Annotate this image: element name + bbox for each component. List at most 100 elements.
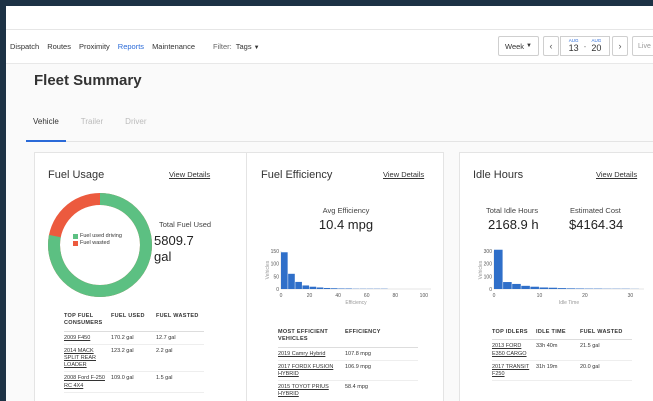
histogram-bar <box>323 287 331 289</box>
filter-tags-label: Tags <box>235 42 252 51</box>
avg-efficiency-label: Avg Efficiency <box>322 206 370 215</box>
date-range-picker[interactable]: AUG 13 - AUG 20 <box>560 36 610 56</box>
date-separator: - <box>583 41 587 51</box>
prev-week-button[interactable]: ‹ <box>543 36 559 56</box>
vehicle-link[interactable]: 2008 Ford F-250 RC 4X4 <box>64 371 111 393</box>
start-day: 13 <box>568 42 579 53</box>
caret-down-icon: ▼ <box>253 45 260 51</box>
table-row: 2015 TOYOT PRIUS HYBRID 58.4 mpg <box>278 380 418 401</box>
avg-efficiency-value: 10.4 mpg <box>318 217 374 232</box>
y-tick-label: 150 <box>271 249 280 255</box>
table-row: 2008 Ford F-250 RC 4X4 109.0 gal 1.5 gal <box>64 371 204 393</box>
table-row: 2017 TRANSIT F250 31h 19m 20.0 gal <box>492 360 632 381</box>
y-tick-label: 100 <box>271 262 280 268</box>
x-tick-label: 80 <box>393 293 399 299</box>
fuel-efficiency-view-details-link[interactable]: View Details <box>383 170 424 179</box>
tab-vehicle[interactable]: Vehicle <box>26 112 66 142</box>
table-row: 2013 FORD E350 CARGO 33h 40m 21.5 gal <box>492 339 632 361</box>
vehicle-link[interactable]: 2017 TRANSIT F250 <box>492 360 536 381</box>
tab-driver[interactable]: Driver <box>118 112 153 142</box>
column-header: FUEL WASTED <box>580 329 632 341</box>
histogram-bar <box>331 288 338 289</box>
histogram-bar <box>295 281 302 289</box>
fuel-used-cell: 109.0 gal <box>111 371 156 393</box>
legend-swatch-wasted <box>73 240 78 246</box>
table-row: 2014 MACK SPLIT REAR LOADER 123.2 gal 2.… <box>64 344 204 373</box>
table-row: 2017 FORDX FUSION HYBRID 106.9 mpg <box>278 360 418 382</box>
histogram-bar <box>345 288 352 289</box>
x-tick-label: 0 <box>493 293 496 299</box>
estimated-cost-label: Estimated Cost <box>570 206 621 215</box>
start-date: AUG 13 <box>569 39 579 53</box>
column-header: IDLE TIME <box>536 329 580 341</box>
column-header: MOST EFFICIENT VEHICLES <box>278 329 345 348</box>
chevron-left-icon: ‹ <box>549 41 553 51</box>
y-tick-label: 300 <box>484 249 493 255</box>
histogram-bar <box>316 287 324 289</box>
vehicle-link[interactable]: 2019 Camry Hybrid <box>278 347 345 361</box>
histogram-bar <box>548 287 558 289</box>
column-header: FUEL USED <box>111 313 156 332</box>
legend-swatch-driving <box>73 233 78 239</box>
nav-proximity[interactable]: Proximity <box>79 42 110 51</box>
vehicle-link[interactable]: 2017 FORDX FUSION HYBRID <box>278 360 345 382</box>
vehicle-link[interactable]: 2013 FORD E350 CARGO <box>492 339 536 361</box>
fuel-wasted-cell: 20.0 gal <box>580 360 632 381</box>
histogram-bar <box>539 287 549 289</box>
total-fuel-label: Total Fuel Used <box>159 220 212 229</box>
next-week-button[interactable]: › <box>612 36 628 56</box>
fuel-wasted-cell: 12.7 gal <box>156 331 204 345</box>
histogram-bar <box>566 288 576 289</box>
vehicle-link[interactable]: 2014 MACK SPLIT REAR LOADER <box>64 344 111 373</box>
fuel-wasted-cell: 21.5 gal <box>580 339 632 361</box>
histogram-bar <box>512 283 521 289</box>
total-idle-hours-value: 2168.9 h <box>488 217 539 232</box>
range-mode-dropdown[interactable]: Week ▼ <box>498 36 539 56</box>
fuel-usage-view-details-link[interactable]: View Details <box>169 170 210 179</box>
idle-hours-view-details-link[interactable]: View Details <box>596 170 637 179</box>
fuel-wasted-cell: 2.2 gal <box>156 344 204 373</box>
nav-routes[interactable]: Routes <box>47 42 71 51</box>
efficiency-histogram: 1501005000 20 40 60 80 100EfficiencyVehicles <box>265 249 431 306</box>
x-tick-label: 60 <box>364 293 370 299</box>
x-tick-label: 40 <box>335 293 341 299</box>
live-button[interactable]: Live <box>632 36 653 56</box>
tab-trailer[interactable]: Trailer <box>74 112 110 142</box>
nav-reports[interactable]: Reports <box>118 42 144 51</box>
idle-hours-card: Idle Hours View Details Total Idle Hours… <box>459 152 653 401</box>
x-axis-label: Idle Time <box>559 300 580 306</box>
vehicle-link[interactable]: 2009 F450 <box>64 331 111 345</box>
fuel-used-cell: 123.2 gal <box>111 344 156 373</box>
fuel-efficiency-card: Fuel Efficiency View Details Avg Efficie… <box>246 152 444 401</box>
fuel-wasted-cell: 1.5 gal <box>156 371 204 393</box>
column-header: TOP FUEL CONSUMERS <box>64 313 111 332</box>
histogram-bar <box>281 252 288 289</box>
filter-tags-dropdown[interactable]: Tags ▼ <box>236 42 260 51</box>
tab-bar: Vehicle Trailer Driver <box>26 112 653 142</box>
chevron-right-icon: › <box>618 41 622 51</box>
fuel-donut-legend: Fuel used driving Fuel wasted <box>70 230 125 249</box>
nav-maintenance[interactable]: Maintenance <box>152 42 195 51</box>
x-tick-label: 0 <box>280 293 283 299</box>
table-row: 2009 F450 170.2 gal 12.7 gal <box>64 331 204 345</box>
x-tick-label: 20 <box>582 293 588 299</box>
legend-label-driving: Fuel used driving <box>80 233 122 239</box>
fuel-efficiency-title: Fuel Efficiency <box>261 169 333 181</box>
histogram-bar <box>557 288 567 289</box>
most-efficient-table: MOST EFFICIENT VEHICLES EFFICIENCY 2019 … <box>278 329 418 401</box>
histogram-bar <box>309 286 317 289</box>
end-date: AUG 20 <box>591 39 601 53</box>
legend-item-wasted: Fuel wasted <box>73 240 122 246</box>
x-tick-label: 30 <box>628 293 634 299</box>
histogram-bar <box>521 285 530 289</box>
fuel-used-cell: 170.2 gal <box>111 331 156 345</box>
filter-label: Filter: <box>213 42 232 51</box>
table-row: 2019 Camry Hybrid 107.8 mpg <box>278 347 418 361</box>
top-idlers-table: TOP IDLERS IDLE TIME FUEL WASTED 2013 FO… <box>492 329 632 381</box>
vehicle-link[interactable]: 2015 TOYOT PRIUS HYBRID <box>278 380 345 401</box>
idle-time-cell: 33h 40m <box>536 339 580 361</box>
y-axis-label: Vehicles <box>478 260 484 279</box>
nav-dispatch[interactable]: Dispatch <box>10 42 39 51</box>
x-tick-label: 100 <box>420 293 429 299</box>
histogram-bar <box>503 282 512 289</box>
